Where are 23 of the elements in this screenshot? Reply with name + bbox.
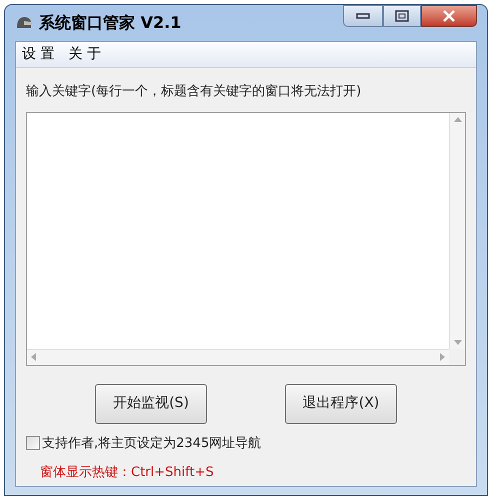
- close-icon: [442, 10, 456, 22]
- window-title: 系统窗口管家 V2.1: [39, 12, 182, 34]
- hotkey-note: 窗体显示热键：Ctrl+Shift+S: [40, 464, 215, 482]
- helmet-icon: [15, 15, 33, 31]
- maximize-button[interactable]: [383, 5, 421, 27]
- support-checkbox[interactable]: [26, 436, 40, 450]
- minimize-icon: [356, 13, 370, 19]
- action-button[interactable]: 开始监视(S): [95, 384, 207, 424]
- instruction-text: 输入关键字(每行一个，标题含有关键字的窗口将无法打开): [26, 83, 362, 101]
- scroll-down-icon: [454, 340, 462, 344]
- scroll-left-icon: [31, 353, 36, 361]
- scrollbar-corner: [449, 348, 465, 364]
- menu-item[interactable]: 设 置: [22, 44, 54, 65]
- menu-item[interactable]: 关 于: [68, 44, 101, 65]
- maximize-icon: [395, 10, 409, 22]
- support-label: 支持作者,将主页设定为2345网址导航: [42, 434, 262, 452]
- vertical-scrollbar[interactable]: [449, 112, 465, 348]
- minimize-button[interactable]: [343, 5, 383, 27]
- scroll-up-icon: [454, 116, 462, 122]
- horizontal-scrollbar[interactable]: [27, 348, 449, 364]
- scroll-right-icon: [440, 353, 445, 361]
- action-button[interactable]: 退出程序(X): [285, 384, 397, 424]
- close-button[interactable]: [421, 5, 477, 27]
